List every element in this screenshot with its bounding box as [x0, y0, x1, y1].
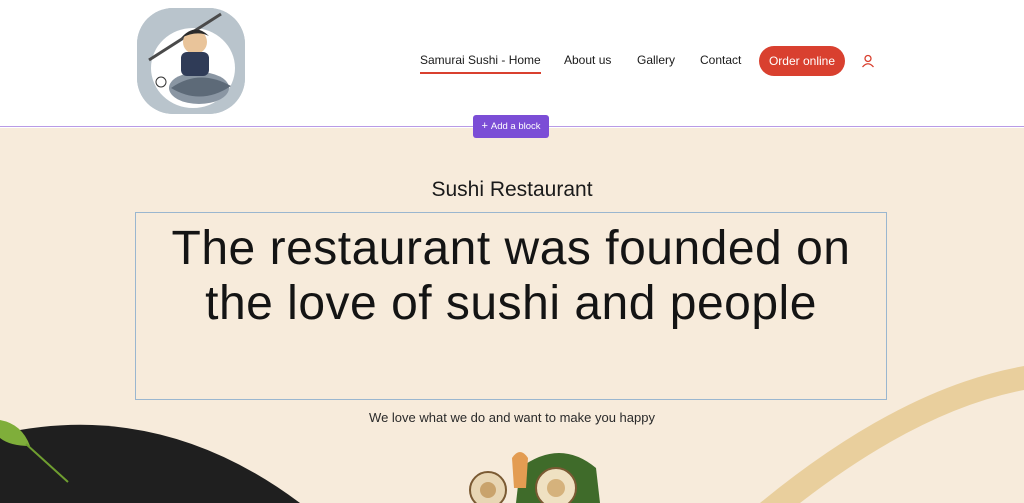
main-navigation: Samurai Sushi - Home About us Gallery Co… [0, 46, 1024, 76]
hero-headline[interactable]: The restaurant was founded on the love o… [136, 221, 886, 331]
dark-wave-shape [0, 424, 300, 503]
nav-link-about[interactable]: About us [564, 53, 611, 67]
plus-icon: + [481, 120, 488, 132]
user-icon[interactable] [861, 54, 875, 68]
order-online-button[interactable]: Order online [759, 46, 845, 76]
shrimp-tempura [512, 452, 528, 488]
headline-selection-box[interactable]: The restaurant was founded on the love o… [135, 212, 887, 400]
add-block-label: Add a block [490, 121, 541, 132]
hero-tagline: We love what we do and want to make you … [369, 410, 655, 425]
site-header: Samurai Sushi - Home About us Gallery Co… [0, 0, 1024, 127]
add-block-button[interactable]: + Add a block [473, 115, 549, 138]
nav-link-contact[interactable]: Contact [700, 53, 741, 67]
nav-link-gallery[interactable]: Gallery [637, 53, 675, 67]
hero-eyebrow: Sushi Restaurant [431, 178, 593, 201]
nav-link-home[interactable]: Samurai Sushi - Home [420, 53, 541, 74]
hero-section: Sushi Restaurant The restaurant was foun… [0, 128, 1024, 503]
